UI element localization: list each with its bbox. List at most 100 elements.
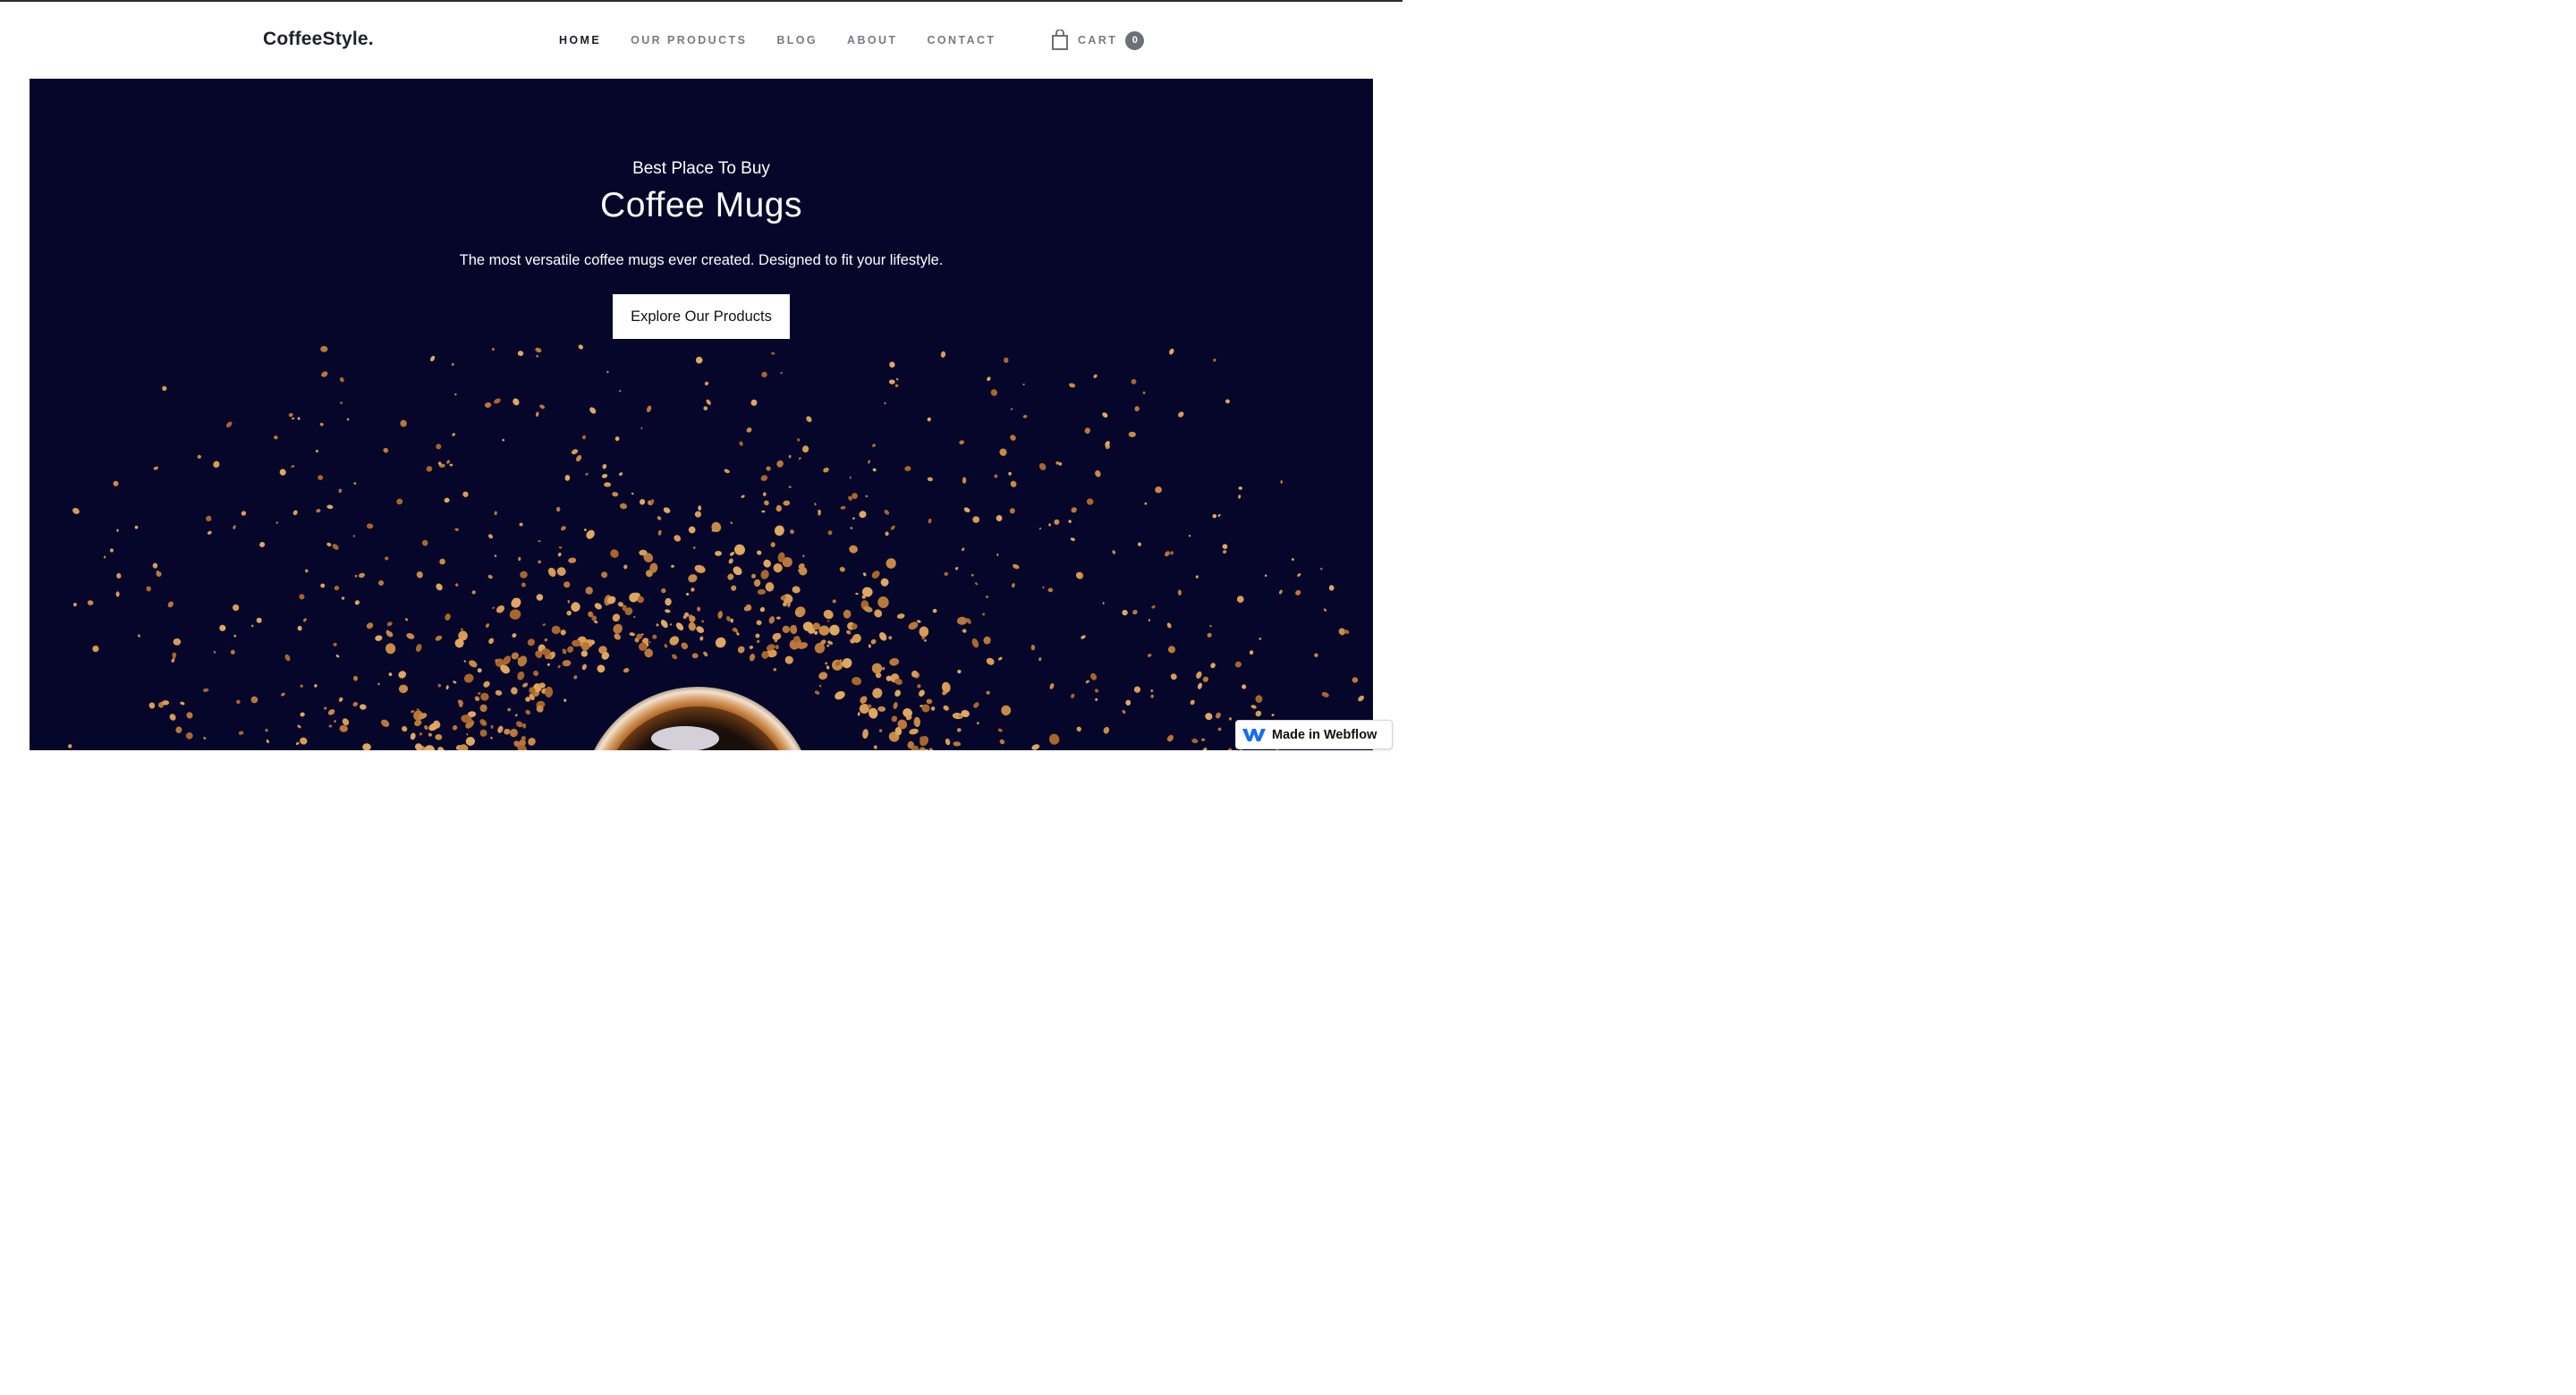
coffee-granule [657,516,662,520]
coffee-granule [522,723,527,729]
coffee-granule [1177,589,1182,596]
coffee-granule [711,521,722,533]
coffee-granule [701,620,705,623]
coffee-granule [1213,359,1216,362]
coffee-granule [354,600,360,605]
coffee-granule [426,466,433,472]
coffee-granule [1297,573,1301,577]
coffee-granule [385,643,396,655]
coffee-granule [315,450,318,452]
coffee-granule [213,650,216,654]
coffee-granule [334,585,340,591]
coffee-granule [414,719,422,727]
coffee-granule [762,492,767,496]
coffee-granule [973,702,979,708]
coffee-granule [1255,710,1262,717]
coffee-granule [1049,683,1055,689]
coffee-granule [888,379,895,385]
coffee-granule [1010,480,1017,487]
coffee-granule [619,390,622,393]
coffee-granule [870,638,877,645]
coffee-granule [547,663,550,666]
coffee-granule [487,534,494,539]
coffee-granule [730,521,733,524]
coffee-granule [562,648,567,655]
coffee-granule [766,466,771,471]
coffee-granule [849,545,858,554]
coffee-granule [669,623,672,626]
brand-logo[interactable]: CoffeeStyle. [263,29,374,50]
coffee-granule [567,599,571,604]
nav-item-contact[interactable]: CONTACT [927,34,996,46]
coffee-granule [415,644,422,652]
coffee-granule [783,500,791,506]
coffee-granule [1236,596,1244,603]
coffee-granule [1122,609,1128,616]
nav-item-our-products[interactable]: OUR PRODUCTS [631,34,747,46]
coffee-granule [764,500,769,506]
coffee-granule [490,724,494,729]
coffee-granule [265,728,268,732]
coffee-granule [930,706,936,711]
coffee-granule [1255,695,1263,703]
coffee-granule [424,745,435,750]
coffee-granule [775,645,779,650]
coffee-granule [694,511,702,518]
coffee-granule [971,638,979,648]
made-in-webflow-badge[interactable]: Made in Webflow [1235,720,1393,749]
nav-item-home[interactable]: HOME [559,34,601,46]
coffee-granule [999,739,1005,745]
nav-item-blog[interactable]: BLOG [776,34,818,46]
coffee-granule [416,708,419,711]
coffee-granule [818,684,822,688]
coffee-granule [233,525,236,529]
coffee-granule [855,592,859,596]
coffee-granule [259,542,266,547]
coffee-granule [1228,717,1233,721]
coffee-granule [471,590,476,595]
cart-button[interactable]: CART 0 [1050,30,1145,51]
coffee-granule [986,657,995,665]
coffee-granule [790,529,794,535]
coffee-granule [880,578,889,587]
coffee-granule [72,603,77,607]
coffee-granule [479,729,487,737]
coffee-granule [904,466,911,471]
explore-products-button[interactable]: Explore Our Products [613,294,790,339]
coffee-granule [962,629,967,633]
coffee-granule [814,503,817,506]
coffee-granule [1225,399,1230,404]
coffee-granule [614,436,620,442]
coffee-granule [492,606,495,610]
coffee-granule [788,454,792,459]
coffee-granule [1010,408,1013,410]
coffee-granule [606,370,609,374]
coffee-granule [1166,622,1172,629]
coffee-granule [288,412,293,418]
coffee-granule [976,722,979,725]
coffee-granule [1166,734,1174,742]
coffee-granule [87,600,94,605]
coffee-granule [291,465,295,469]
coffee-granule [886,558,896,569]
coffee-granule [842,658,852,669]
coffee-granule [527,638,535,647]
coffee-granule [665,597,672,606]
coffee-granule [1178,411,1184,418]
coffee-granule [983,636,991,645]
coffee-granule [1210,663,1216,669]
coffee-granule [990,389,998,396]
coffee-granule [768,616,775,624]
coffee-granule [623,564,628,570]
coffee-granule [1125,699,1131,706]
coffee-granule [792,586,801,594]
webflow-logo-icon [1242,728,1266,741]
coffee-granule [843,609,852,619]
coffee-granule [896,613,905,619]
coffee-granule [398,684,409,694]
nav-item-about[interactable]: ABOUT [847,34,897,46]
coffee-granule [731,585,737,591]
coffee-granule [1022,383,1025,385]
coffee-granule [1090,672,1097,681]
coffee-granule [1295,589,1301,596]
